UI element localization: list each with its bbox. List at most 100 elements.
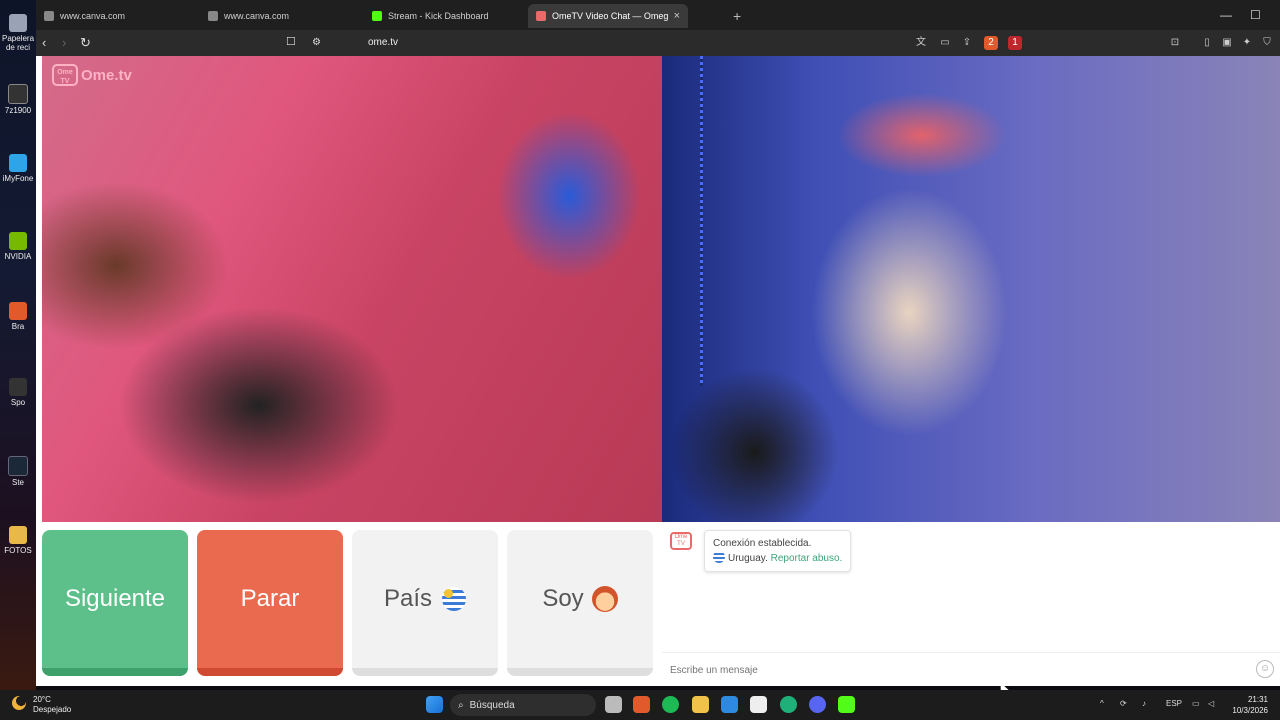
address-input[interactable]: ome.tv: [368, 37, 398, 48]
stop-button[interactable]: Parar: [197, 530, 343, 676]
windows-taskbar: 20°C Despejado ⌕ Búsqueda ^ ⟳ ♪ ESP ▭ ◁ …: [0, 690, 1280, 720]
message-input[interactable]: [668, 659, 1242, 681]
folder-icon: [9, 526, 27, 544]
ometv-page: Ome TV Ome.tv Siguiente Parar País Soy O…: [36, 56, 1280, 686]
language-indicator[interactable]: ESP: [1166, 699, 1182, 708]
steam-icon: [8, 456, 28, 476]
tab-ometv[interactable]: OmeTV Video Chat — Omeg ×: [528, 4, 688, 28]
country-button[interactable]: País: [352, 530, 498, 676]
tab-canva-1[interactable]: www.canva.com: [36, 4, 196, 28]
show-hidden-icons-icon[interactable]: ^: [1100, 699, 1104, 708]
desktop-icon-nvidia[interactable]: NVIDIA: [2, 232, 34, 261]
brave-shields-icon[interactable]: 2: [984, 36, 998, 50]
close-tab-icon[interactable]: ×: [674, 10, 680, 22]
bookmark-icon[interactable]: ☐: [286, 35, 296, 48]
brave-icon: [9, 302, 27, 320]
tab-label: www.canva.com: [224, 11, 290, 21]
page-icon: [44, 11, 54, 21]
discord-icon[interactable]: [809, 696, 826, 713]
new-tab-button[interactable]: +: [733, 8, 741, 24]
edge-icon[interactable]: [780, 696, 797, 713]
moon-icon: [12, 696, 26, 710]
leo-ai-icon[interactable]: ✦: [1240, 36, 1254, 50]
start-icon[interactable]: [426, 696, 443, 713]
kick-icon[interactable]: [838, 696, 855, 713]
desktop-icon-label: Spo: [10, 398, 26, 407]
tab-kick-dashboard[interactable]: Stream - Kick Dashboard: [364, 4, 524, 28]
chat-panel: Ome TV Conexión establecida. Uruguay. Re…: [662, 522, 1280, 686]
tab-label: www.canva.com: [60, 11, 126, 21]
share-icon[interactable]: ⇪: [960, 36, 974, 50]
desktop-icon-fotos[interactable]: FOTOS: [2, 526, 34, 555]
ometv-logo-text: Ome.tv: [81, 66, 132, 84]
chat-input-row: ☺: [662, 652, 1280, 687]
back-button[interactable]: ‹: [42, 35, 46, 50]
next-button[interactable]: Siguiente: [42, 530, 188, 676]
search-box[interactable]: ⌕ Búsqueda: [450, 694, 596, 716]
self-video: [662, 56, 1280, 522]
desktop-icon-label: Papelera de reci: [2, 34, 35, 52]
desktop-icon-imyfone[interactable]: iMyFone: [2, 154, 34, 183]
site-info-icon[interactable]: ⚙: [312, 37, 321, 48]
browser-toolbar: ‹ › ↻ ☐ ⚙ ome.tv 文 ▭ ⇪ 2 1 ⊡ ▯ ▣ ✦ ⛉: [36, 30, 1280, 56]
desktop-icon-label: iMyFone: [2, 174, 34, 183]
sidebar-icon[interactable]: ▯: [1200, 36, 1214, 50]
weather-widget[interactable]: 20°C Despejado: [33, 695, 71, 715]
recycle-bin-icon: [9, 14, 27, 32]
ometv-logo: Ome TV Ome.tv: [52, 64, 132, 86]
clock[interactable]: 21:31 10/3/2026: [1226, 694, 1268, 716]
tab-canva-2[interactable]: www.canva.com: [200, 4, 360, 28]
maximize-button[interactable]: ☐: [1250, 8, 1261, 22]
desktop-icon-label: NVIDIA: [4, 252, 32, 261]
store-icon[interactable]: [750, 696, 767, 713]
tab-label: OmeTV Video Chat — Omeg: [552, 11, 669, 21]
uruguay-flag-icon: [442, 587, 467, 611]
desktop-icon-label: Bra: [11, 322, 25, 331]
network-icon[interactable]: ▭: [1192, 699, 1200, 708]
report-abuse-link[interactable]: Reportar abuso.: [771, 553, 843, 564]
temperature: 20°C: [33, 695, 51, 704]
minimize-button[interactable]: —: [1220, 8, 1232, 22]
forward-button[interactable]: ›: [62, 35, 66, 50]
mail-icon[interactable]: [721, 696, 738, 713]
page-icon: [208, 11, 218, 21]
desktop-icon-label: 7z1900: [4, 106, 32, 115]
spotify-icon[interactable]: [662, 696, 679, 713]
stranger-video: Ome TV Ome.tv: [42, 56, 662, 522]
desktop-icon-brave[interactable]: Bra: [2, 302, 34, 331]
gender-button-label: Soy: [542, 585, 584, 612]
wallet-icon[interactable]: ▣: [1220, 36, 1234, 50]
7zip-icon: [8, 84, 28, 104]
tab-label: Stream - Kick Dashboard: [388, 11, 489, 21]
desktop-icon-label: FOTOS: [4, 546, 32, 555]
translate-icon[interactable]: 文: [914, 36, 928, 50]
nvidia-icon: [9, 232, 27, 250]
brave-icon[interactable]: [633, 696, 650, 713]
microphone-icon[interactable]: ♪: [1142, 699, 1146, 708]
weather-condition: Despejado: [33, 705, 72, 714]
volume-icon[interactable]: ◁: [1208, 699, 1214, 708]
led-strip: [700, 56, 703, 386]
desktop-icon-recycle-bin[interactable]: Papelera de reci: [2, 14, 34, 52]
desktop-icon-steam[interactable]: Ste: [2, 456, 34, 487]
country-name: Uruguay.: [728, 553, 768, 564]
task-view-icon[interactable]: [605, 696, 622, 713]
reload-button[interactable]: ↻: [80, 35, 91, 51]
time: 21:31: [1247, 695, 1268, 704]
file-explorer-icon[interactable]: [692, 696, 709, 713]
desktop-icon-7zip[interactable]: 7z1900: [2, 84, 34, 115]
emoji-icon[interactable]: ☺: [1256, 660, 1274, 678]
ometv-logo-icon: Ome TV: [52, 64, 78, 86]
uruguay-flag-icon: [713, 551, 725, 563]
desktop-background: Papelera de reci 7z1900 iMyFone NVIDIA B…: [0, 0, 36, 690]
gender-button[interactable]: Soy: [507, 530, 653, 676]
brave-rewards-icon[interactable]: 1: [1008, 36, 1022, 50]
desktop-icon-spotify[interactable]: Spo: [2, 378, 34, 407]
vpn-icon[interactable]: ⛉: [1260, 36, 1274, 50]
cast-icon[interactable]: ▭: [938, 36, 952, 50]
sync-icon[interactable]: ⟳: [1120, 699, 1127, 708]
browser-tab-bar: www.canva.com www.canva.com Stream - Kic…: [36, 0, 1280, 30]
connection-status: Conexión establecida.: [713, 538, 812, 549]
screenshot-icon[interactable]: ⊡: [1168, 36, 1182, 50]
system-message: Conexión establecida. Uruguay. Reportar …: [704, 530, 852, 572]
